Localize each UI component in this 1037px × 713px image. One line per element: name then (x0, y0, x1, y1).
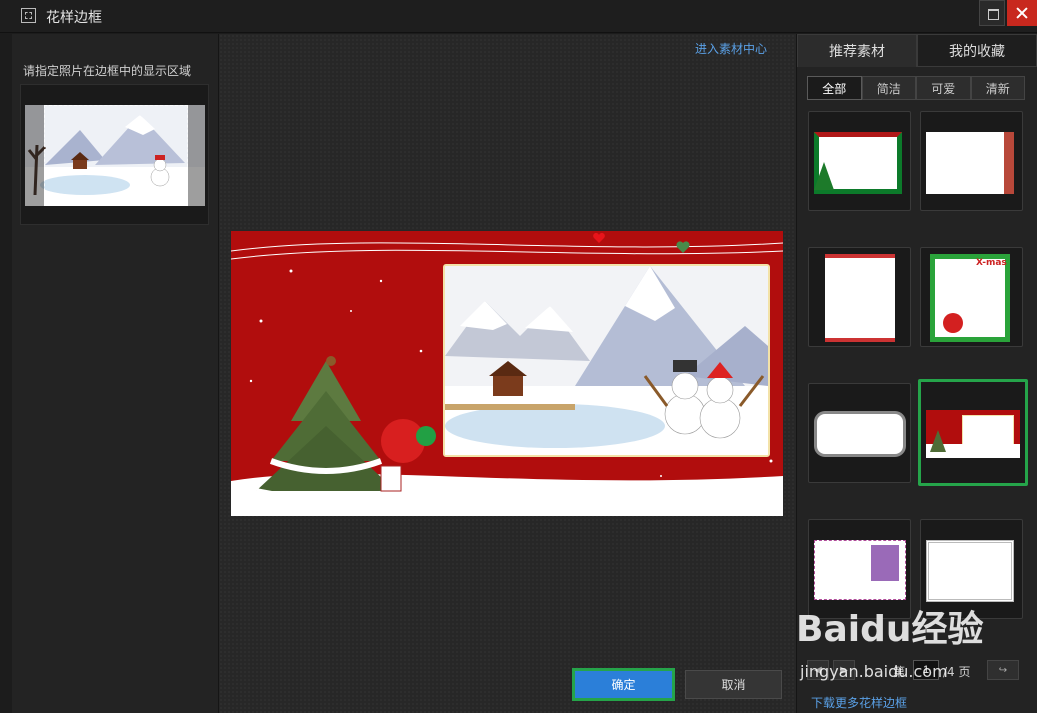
confirm-button[interactable]: 确定 (572, 668, 675, 701)
frame-thumbnail[interactable] (808, 247, 911, 347)
page-prefix: 第 (893, 665, 906, 679)
filter-simple[interactable]: 简洁 (861, 76, 916, 100)
santa-icon (943, 313, 963, 333)
preview-area: 进入素材中心 to.winter 确定 取消 (219, 34, 796, 713)
pagination: ◀ ▶ 第 /4 页 ↪ (807, 660, 1035, 680)
page-number-input[interactable] (913, 660, 939, 680)
close-button[interactable] (1007, 0, 1037, 26)
prev-page-button[interactable]: ▶ (833, 660, 855, 680)
download-more-link[interactable]: 下载更多花样边框 (811, 694, 907, 711)
frame-thumbnail[interactable] (808, 383, 911, 483)
title-bar: 花样边框 (0, 0, 1037, 33)
photo-area-selector (20, 84, 209, 225)
left-panel: 请指定照片在边框中的显示区域 (12, 34, 219, 713)
xmas-text: X-mas (976, 258, 1007, 268)
frame-thumbnail-selected[interactable] (918, 379, 1028, 486)
tab-favorites[interactable]: 我的收藏 (917, 34, 1037, 67)
material-panel: 推荐素材 我的收藏 全部 简洁 可爱 清新 X-mas ◀ ▶ 第 1 /4 页… (796, 34, 1037, 713)
frame-thumbnail[interactable]: X-mas (920, 247, 1023, 347)
tab-recommended[interactable]: 推荐素材 (797, 34, 917, 67)
preview-caption: to.winter (411, 482, 489, 500)
photo-slot (443, 264, 770, 457)
frame-thumbnail[interactable] (808, 111, 911, 211)
tree-icon (814, 162, 834, 190)
cancel-button[interactable]: 取消 (685, 670, 782, 699)
filter-fresh[interactable]: 清新 (970, 76, 1025, 100)
frame-thumbnail[interactable] (920, 111, 1023, 211)
photo-thumbnail (25, 105, 205, 206)
crop-rectangle[interactable] (44, 105, 188, 206)
frame-preview: to.winter (231, 231, 783, 516)
frame-thumbnail[interactable] (808, 519, 911, 619)
material-center-link[interactable]: 进入素材中心 (695, 40, 767, 57)
cartoon-icon (871, 545, 899, 581)
frame-thumbnail[interactable] (920, 519, 1023, 619)
display-area-label: 请指定照片在边框中的显示区域 (23, 64, 192, 78)
window-title: 花样边框 (46, 10, 102, 26)
winter-photo (445, 266, 768, 455)
page-total: /4 页 (943, 665, 971, 679)
category-filters: 全部 简洁 可爱 清新 (807, 76, 1025, 100)
frame-icon (21, 8, 36, 23)
arrow-turn-icon: ↪ (998, 664, 1008, 676)
filter-all[interactable]: 全部 (807, 76, 862, 100)
first-page-button[interactable]: ◀ (807, 660, 829, 680)
filter-cute[interactable]: 可爱 (916, 76, 971, 100)
chevron-right-icon: ▶ (840, 664, 848, 676)
maximize-button[interactable] (979, 0, 1005, 26)
go-page-button[interactable]: ↪ (987, 660, 1019, 680)
chevron-left-icon: ◀ (814, 664, 822, 676)
